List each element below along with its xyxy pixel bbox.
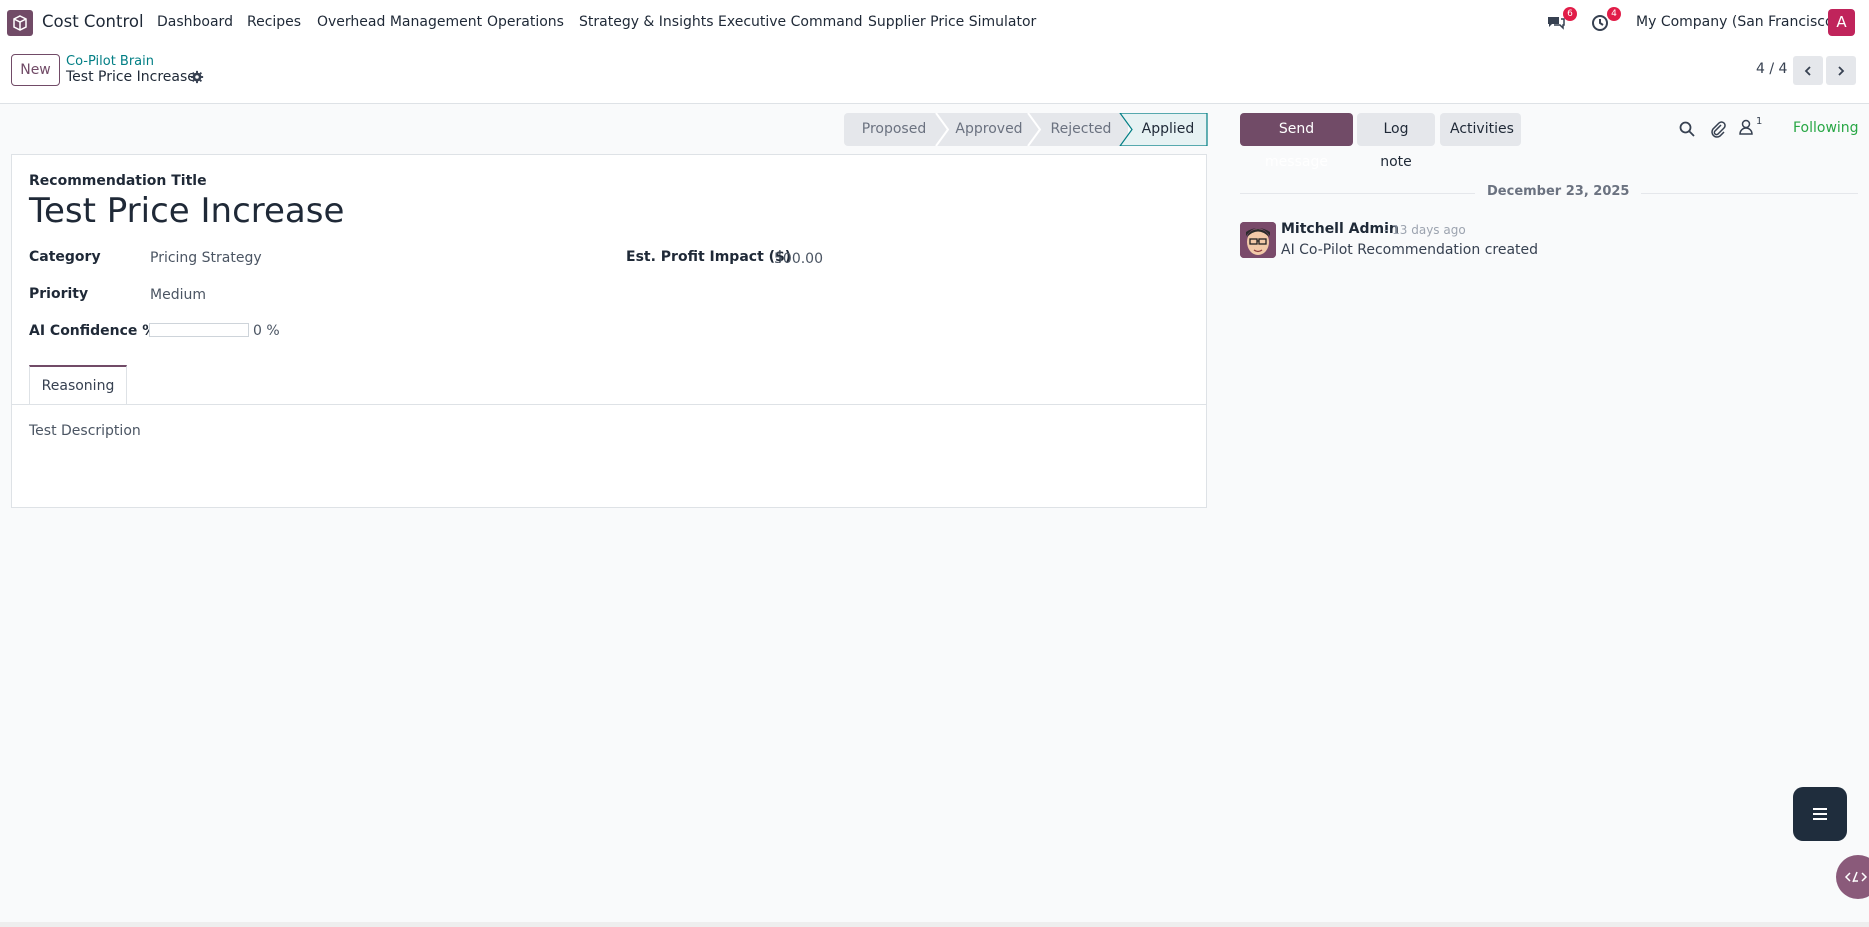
following-button[interactable]: Following [1793, 120, 1859, 136]
floating-menu-button[interactable] [1793, 787, 1847, 841]
reasoning-description[interactable]: Test Description [29, 423, 141, 439]
followers-count: 1 [1756, 116, 1763, 127]
app-name[interactable]: Cost Control [42, 12, 144, 31]
recommendation-title-field[interactable]: Test Price Increase [29, 191, 344, 231]
menu-dashboard[interactable]: Dashboard [157, 14, 233, 30]
category-label: Category [29, 249, 101, 265]
company-switcher[interactable]: My Company (San Francisco) [1636, 14, 1839, 30]
confidence-progress-bar[interactable] [149, 323, 249, 337]
menu-executive-command[interactable]: Executive Command [718, 14, 863, 30]
new-button[interactable]: New [11, 54, 60, 86]
app-logo-icon[interactable] [7, 10, 33, 36]
confidence-label: AI Confidence % [29, 323, 157, 339]
messages-badge: 6 [1563, 7, 1577, 21]
author-avatar[interactable] [1240, 222, 1276, 258]
breadcrumb-current: Test Price Increase [66, 69, 196, 85]
user-avatar[interactable]: A [1828, 9, 1855, 36]
chevron-left-icon [1804, 65, 1811, 76]
activities-button[interactable]: Activities [1440, 113, 1521, 146]
menu-recipes[interactable]: Recipes [247, 14, 301, 30]
code-icon [1844, 871, 1868, 883]
pager-previous-button[interactable] [1793, 56, 1823, 85]
search-icon[interactable] [1678, 120, 1696, 138]
developer-tools-button[interactable] [1836, 855, 1869, 899]
log-note-button[interactable]: Log note [1357, 113, 1435, 170]
menu-operations[interactable]: Operations [487, 14, 564, 30]
pager-value[interactable]: 4 / 4 [1756, 61, 1787, 77]
user-icon [1739, 119, 1753, 135]
chevron-right-icon [1838, 65, 1845, 76]
stage-applied[interactable]: Applied [1130, 113, 1206, 146]
menu-strategy-insights[interactable]: Strategy & Insights [579, 14, 714, 30]
control-panel [0, 46, 1869, 104]
date-label: December 23, 2025 [1475, 184, 1642, 199]
send-message-button[interactable]: Send message [1240, 113, 1353, 170]
bottom-strip [0, 922, 1869, 927]
message-author[interactable]: Mitchell Admin [1281, 221, 1399, 237]
menu-overhead-management[interactable]: Overhead Management [317, 14, 482, 30]
pager-next-button[interactable] [1826, 56, 1856, 85]
form-sheet: Recommendation Title Test Price Increase… [11, 154, 1207, 508]
menu-supplier-price-simulator[interactable]: Supplier Price Simulator [868, 14, 1036, 30]
messages-button[interactable]: 6 [1546, 7, 1577, 33]
confidence-value: 0 % [253, 323, 280, 339]
paperclip-icon[interactable] [1709, 120, 1727, 138]
author-avatar-image [1240, 222, 1276, 258]
top-navbar: Cost Control Dashboard Recipes Overhead … [0, 0, 1869, 46]
category-field[interactable]: Pricing Strategy [150, 250, 262, 266]
profit-impact-field[interactable]: 500.00 [774, 251, 823, 267]
hamburger-icon [1813, 808, 1827, 820]
followers-button[interactable]: 1 [1738, 116, 1768, 138]
message-time: - 13 days ago [1384, 223, 1466, 237]
priority-field[interactable]: Medium [150, 287, 206, 303]
priority-label: Priority [29, 286, 89, 302]
tab-divider [12, 404, 1206, 405]
activities-badge: 4 [1607, 7, 1621, 21]
activities-button[interactable]: 4 [1590, 7, 1621, 33]
profit-impact-label: Est. Profit Impact ($) [626, 249, 792, 265]
tab-reasoning[interactable]: Reasoning [29, 365, 127, 405]
title-label: Recommendation Title [29, 173, 207, 189]
gear-icon[interactable] [190, 70, 204, 84]
breadcrumb-parent[interactable]: Co-Pilot Brain [66, 54, 154, 69]
message-body: AI Co-Pilot Recommendation created [1281, 242, 1539, 258]
